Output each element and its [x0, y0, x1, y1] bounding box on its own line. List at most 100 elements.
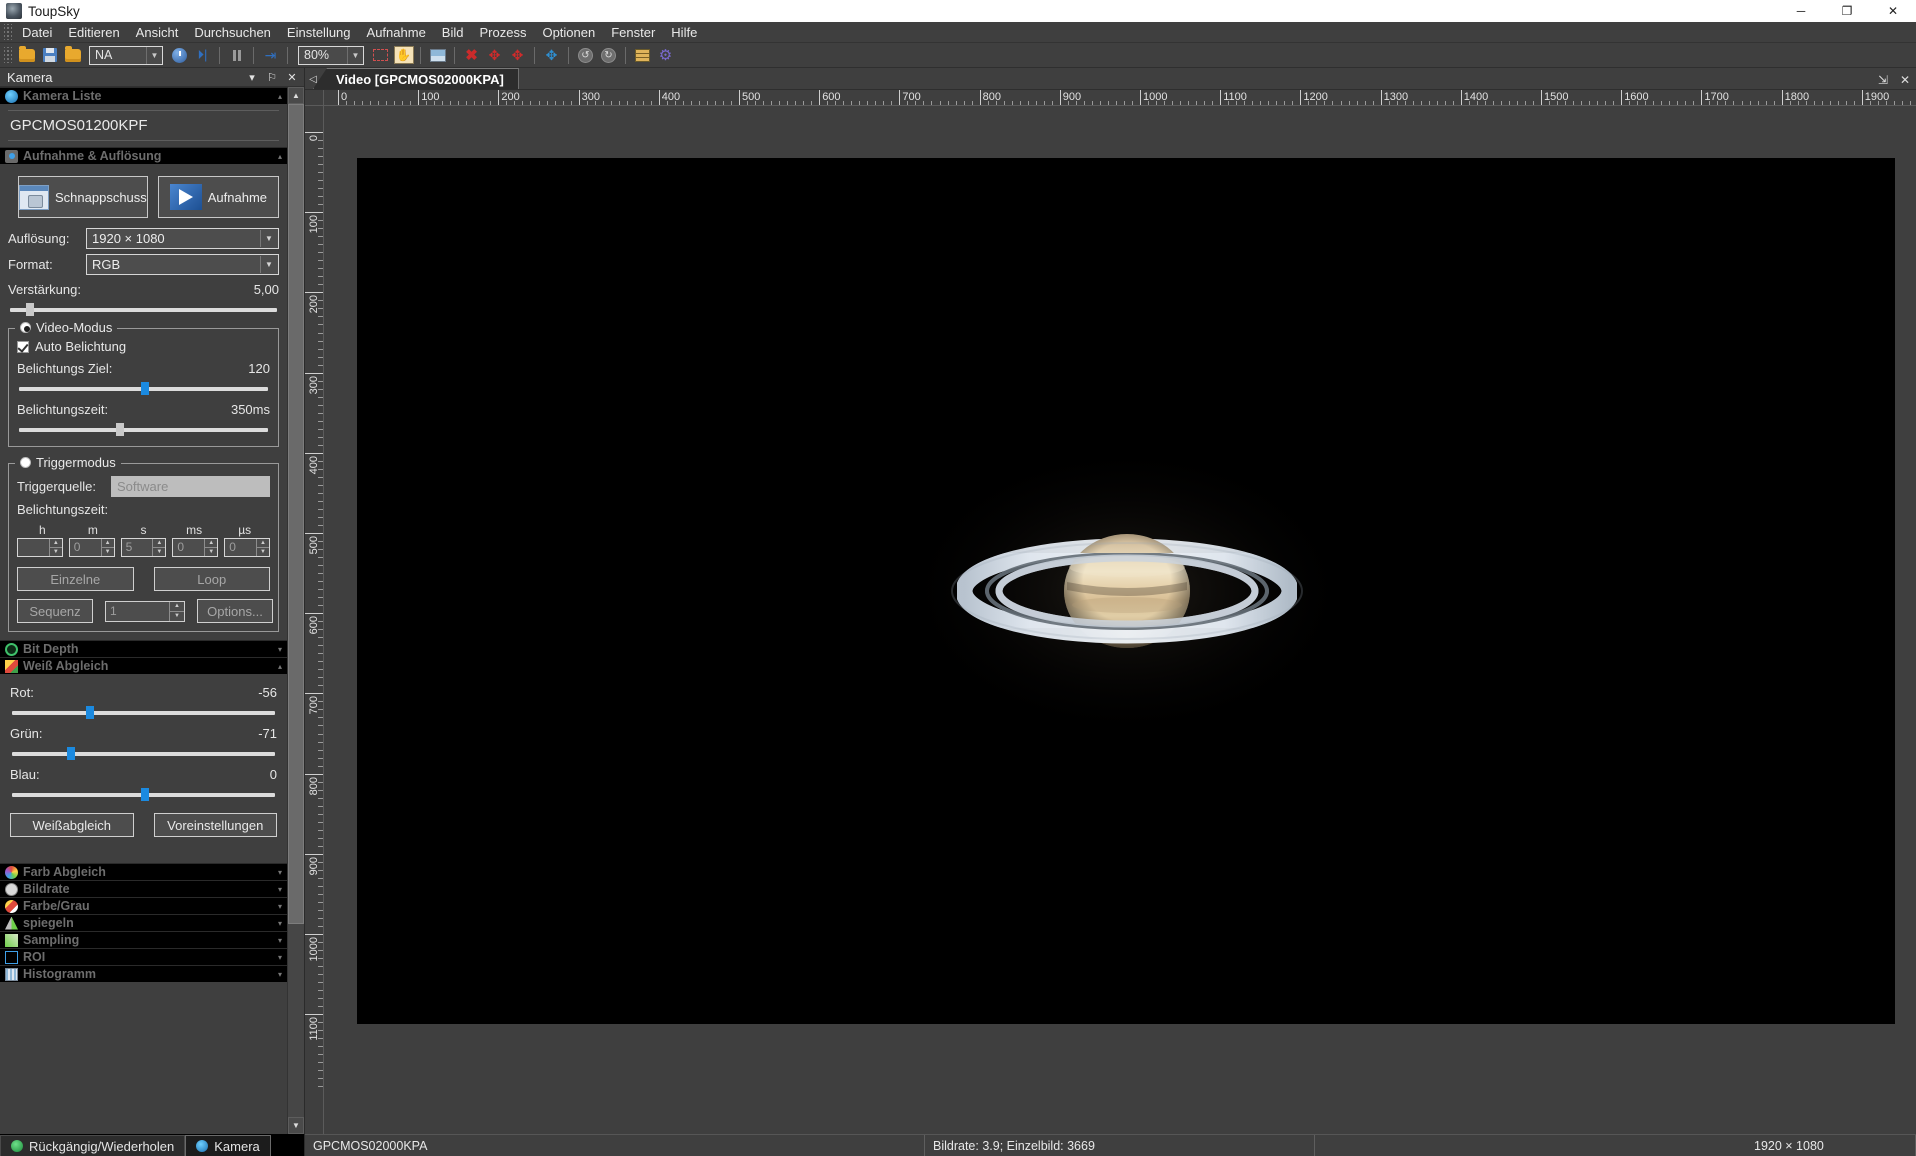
spinner-microseconds[interactable]: 0 ▲ ▼	[224, 538, 270, 557]
loop-capture-button[interactable]: Loop	[153, 567, 270, 591]
auto-exposure-checkbox[interactable]	[17, 340, 29, 353]
chevron-down-icon[interactable]: ▾	[278, 645, 282, 654]
scroll-down-button[interactable]: ▼	[288, 1117, 304, 1134]
minimize-button[interactable]: ─	[1778, 0, 1824, 22]
dock-pin-icon[interactable]: ⚐	[264, 69, 280, 85]
section-header-capture[interactable]: Aufnahme & Auflösung ▴	[0, 147, 287, 164]
chevron-up-icon[interactable]: ▴	[278, 92, 282, 101]
chevron-down-icon[interactable]: ▼	[347, 46, 363, 64]
options-button[interactable]: Options...	[197, 599, 273, 623]
defaults-button[interactable]: Voreinstellungen	[153, 813, 277, 837]
document-tab-video[interactable]: Video [GPCMOS02000KPA]	[313, 68, 519, 89]
settings-icon[interactable]: ⚙	[655, 45, 676, 66]
blue-slider[interactable]	[12, 787, 275, 801]
save-icon[interactable]	[39, 45, 60, 66]
red-slider[interactable]	[12, 705, 275, 719]
spinner-seconds[interactable]: 5 ▲ ▼	[120, 538, 167, 557]
select-region-icon[interactable]	[370, 45, 391, 66]
video-image-area[interactable]	[357, 158, 1895, 1024]
gain-slider-thumb[interactable]	[26, 303, 35, 316]
video-mode-legend[interactable]: Video-Modus	[15, 320, 118, 335]
trigger-mode-legend[interactable]: Triggermodus	[15, 455, 121, 470]
float-window-icon[interactable]: ⇲	[1876, 73, 1890, 87]
menu-item-ansicht[interactable]: Ansicht	[128, 22, 187, 43]
pan-hand-icon[interactable]: ✋	[393, 45, 414, 66]
menu-grip-icon[interactable]	[4, 24, 12, 40]
zoom-combo[interactable]: 80% ▼	[298, 45, 364, 65]
scroll-thumb[interactable]	[288, 104, 304, 924]
sequence-count-spinner[interactable]: 1 ▲ ▼	[105, 600, 185, 622]
timer-icon[interactable]	[169, 45, 190, 66]
panel-scrollbar[interactable]: ▲ ▼	[287, 87, 304, 1134]
exposure-time-slider[interactable]	[19, 422, 268, 436]
open-folder-icon[interactable]	[16, 45, 37, 66]
section-header-spiegeln[interactable]: spiegeln ▾	[0, 914, 287, 931]
section-header-farbe-grau[interactable]: Farbe/Grau ▾	[0, 897, 287, 914]
next-frame-icon[interactable]: ⇥	[260, 45, 281, 66]
horizontal-ruler[interactable]: 0 100 200 300 400 500 600 700 800 900 1000 1100 1200…	[324, 90, 1916, 106]
spinner-minutes[interactable]: 0 ▲ ▼	[68, 538, 115, 557]
toolbar-grip-icon[interactable]	[4, 47, 12, 63]
sequence-button[interactable]: Sequenz	[17, 599, 93, 623]
format-combo[interactable]: RGB ▼	[86, 254, 279, 275]
trigger-mode-radio[interactable]	[20, 457, 31, 468]
vertical-ruler[interactable]: 0 100 200 300 400 500 600 700 800 900 1000 1100	[305, 106, 324, 1134]
chevron-down-icon[interactable]: ▾	[278, 868, 282, 877]
video-mode-radio[interactable]	[20, 322, 31, 333]
record-button[interactable]: Aufnahme	[157, 176, 279, 218]
exposure-time-slider-thumb[interactable]	[116, 423, 125, 436]
menu-item-optionen[interactable]: Optionen	[534, 22, 603, 43]
chevron-down-icon[interactable]: ▾	[278, 919, 282, 928]
scroll-up-button[interactable]: ▲	[288, 87, 304, 104]
dock-close-icon[interactable]: ✕	[284, 69, 300, 85]
menu-item-hilfe[interactable]: Hilfe	[663, 22, 705, 43]
spinner-arrows-icon[interactable]: ▲ ▼	[100, 539, 114, 556]
chevron-down-icon[interactable]: ▼	[260, 230, 277, 247]
chevron-down-icon[interactable]: ▾	[278, 885, 282, 894]
image-adjust-icon[interactable]	[427, 45, 448, 66]
chevron-up-icon[interactable]: ▴	[278, 152, 282, 161]
chevron-down-icon[interactable]: ▼	[146, 46, 162, 64]
section-header-bit-depth[interactable]: Bit Depth ▾	[0, 640, 287, 657]
start-icon[interactable]: ⏵|	[192, 45, 213, 66]
auto-exposure-row[interactable]: Auto Belichtung	[17, 339, 270, 354]
green-slider[interactable]	[12, 746, 275, 760]
menu-item-fenster[interactable]: Fenster	[603, 22, 663, 43]
section-header-camera-list[interactable]: Kamera Liste ▴	[0, 87, 287, 104]
menu-item-prozess[interactable]: Prozess	[471, 22, 534, 43]
close-button[interactable]: ✕	[1870, 0, 1916, 22]
snapshot-button[interactable]: Schnappschuss	[18, 176, 148, 218]
rotate-left-icon[interactable]: ↺	[575, 45, 596, 66]
canvas-wrapper[interactable]	[324, 106, 1916, 1134]
spinner-hours[interactable]: ▲ ▼	[17, 538, 63, 557]
delete-marker-icon[interactable]: ✥	[507, 45, 528, 66]
selected-camera-label[interactable]: GPCMOS01200KPF	[8, 113, 279, 138]
spinner-arrows-icon[interactable]: ▲ ▼	[169, 601, 184, 621]
green-slider-thumb[interactable]	[67, 747, 76, 760]
scroll-track[interactable]	[288, 104, 304, 1117]
tab-undo-redo[interactable]: Rückgängig/Wiederholen	[0, 1135, 186, 1156]
resolution-combo[interactable]: 1920 × 1080 ▼	[86, 228, 279, 249]
spinner-arrows-icon[interactable]: ▲ ▼	[204, 539, 218, 556]
section-header-white-balance[interactable]: Weiß Abgleich ▴	[0, 657, 287, 674]
dock-menu-icon[interactable]: ▾	[244, 69, 260, 85]
rotate-right-icon[interactable]: ↻	[598, 45, 619, 66]
move-icon[interactable]: ✥	[541, 45, 562, 66]
chevron-up-icon[interactable]: ▴	[278, 662, 282, 671]
red-slider-thumb[interactable]	[85, 706, 94, 719]
exposure-target-slider[interactable]	[19, 381, 268, 395]
menu-item-aufnahme[interactable]: Aufnahme	[359, 22, 434, 43]
section-header-roi[interactable]: ROI ▾	[0, 948, 287, 965]
spinner-arrows-icon[interactable]: ▲ ▼	[48, 539, 62, 556]
menu-item-editieren[interactable]: Editieren	[60, 22, 127, 43]
chevron-down-icon[interactable]: ▾	[278, 970, 282, 979]
section-header-histogramm[interactable]: Histogramm ▾	[0, 965, 287, 982]
section-header-farb-abgleich[interactable]: Farb Abgleich ▾	[0, 863, 287, 880]
exposure-target-slider-thumb[interactable]	[141, 382, 149, 395]
pause-icon[interactable]	[226, 45, 247, 66]
grid-icon[interactable]	[632, 45, 653, 66]
delete-all-icon[interactable]: ✖	[461, 45, 482, 66]
delete-icon[interactable]: ✥	[484, 45, 505, 66]
spinner-arrows-icon[interactable]: ▲ ▼	[255, 539, 269, 556]
section-header-sampling[interactable]: Sampling ▾	[0, 931, 287, 948]
